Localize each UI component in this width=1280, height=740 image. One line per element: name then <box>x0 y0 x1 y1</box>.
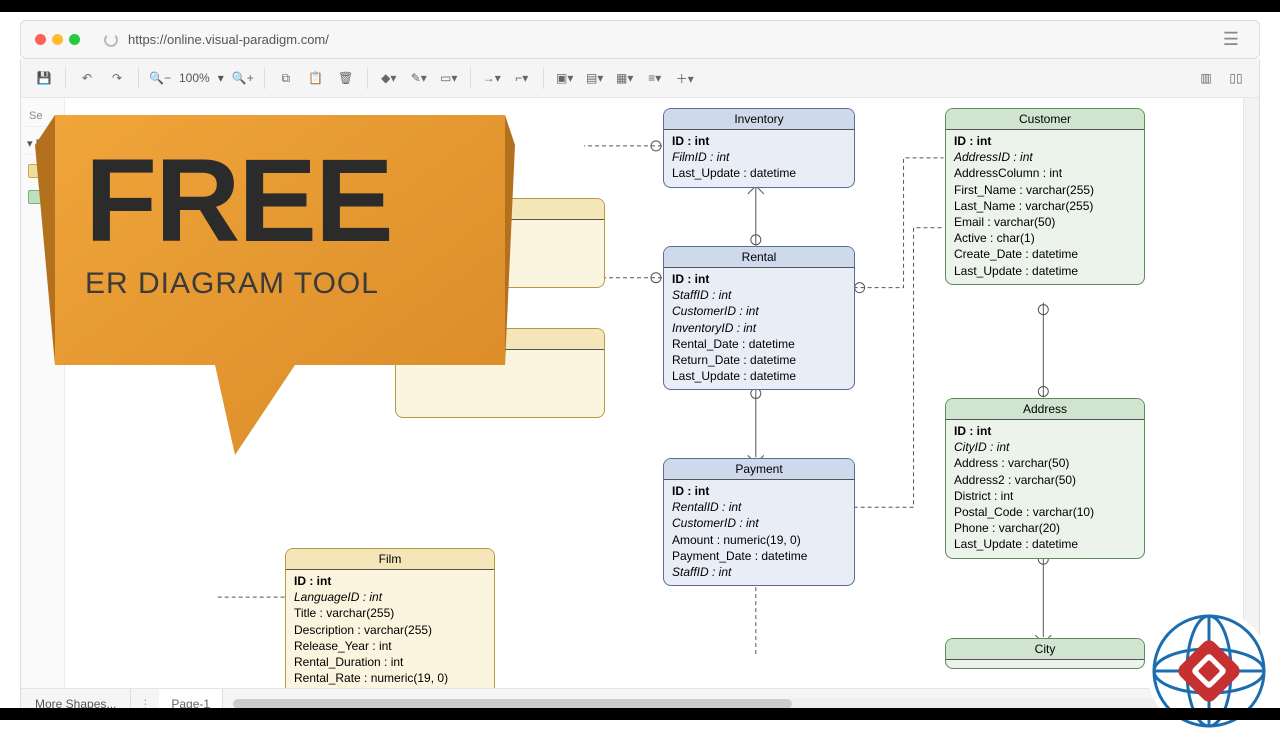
entity-column: Create_Date : datetime <box>954 246 1136 262</box>
entity-body: ID : intRentalID : intCustomerID : intAm… <box>664 480 854 585</box>
entity-customer[interactable]: Customer ID : intAddressID : intAddressC… <box>945 108 1145 285</box>
vertical-scrollbar[interactable] <box>1243 98 1259 688</box>
entity-title: City <box>946 639 1144 660</box>
maximize-dot[interactable] <box>69 34 80 45</box>
line-color-icon[interactable]: ✎▾ <box>406 65 432 91</box>
entity-payment[interactable]: Payment ID : intRentalID : intCustomerID… <box>663 458 855 586</box>
entity-column: RentalID : int <box>672 499 846 515</box>
distribute-icon[interactable]: ≡▾ <box>642 65 668 91</box>
menu-icon[interactable]: ☰ <box>1217 29 1245 50</box>
connector-style-icon[interactable]: →▾ <box>479 65 505 91</box>
entity-column: Address : varchar(50) <box>954 455 1136 471</box>
entity-column: Last_Update : datetime <box>672 368 846 384</box>
entity-column: Rental_Date : datetime <box>672 336 846 352</box>
entity-column: District : int <box>954 488 1136 504</box>
entity-address[interactable]: Address ID : intCityID : intAddress : va… <box>945 398 1145 559</box>
entity-column: ID : int <box>672 133 846 149</box>
entity-column: ID : int <box>672 483 846 499</box>
entity-column: Email : varchar(50) <box>954 214 1136 230</box>
entity-column: Last_Update : datetime <box>672 165 846 181</box>
entity-column: Rental_Duration : int <box>294 654 486 670</box>
zoom-dropdown-icon[interactable]: ▾ <box>216 71 226 85</box>
undo-icon[interactable]: ↶ <box>74 65 100 91</box>
entity-body: ID : intStaffID : intCustomerID : intInv… <box>664 268 854 389</box>
entity-column: Active : char(1) <box>954 230 1136 246</box>
outline-panel-icon[interactable]: ▯▯ <box>1223 65 1249 91</box>
entity-title: Payment <box>664 459 854 480</box>
entity-column: FilmID : int <box>672 149 846 165</box>
to-back-icon[interactable]: ▤▾ <box>582 65 608 91</box>
delete-icon[interactable]: 🗑 <box>333 65 359 91</box>
entity-body: ID : intLanguageID : intTitle : varchar(… <box>286 570 494 688</box>
save-icon[interactable]: 💾 <box>31 65 57 91</box>
zoom-level[interactable]: 100% <box>177 71 212 85</box>
promo-subhead: ER DIAGRAM TOOL <box>85 267 392 301</box>
entity-column: Address2 : varchar(50) <box>954 472 1136 488</box>
entity-film[interactable]: Film ID : intLanguageID : intTitle : var… <box>285 548 495 688</box>
entity-city[interactable]: City <box>945 638 1145 669</box>
copy-icon[interactable]: ⧉ <box>273 65 299 91</box>
add-icon[interactable]: ＋▾ <box>672 65 698 91</box>
toolbar: 💾 ↶ ↷ 🔍− 100% ▾ 🔍+ ⧉ 📋 🗑 ◆▾ ✎▾ ▭▾ →▾ ⌐▾ … <box>21 59 1259 98</box>
entity-column: CustomerID : int <box>672 515 846 531</box>
entity-column: Amount : numeric(19, 0) <box>672 532 846 548</box>
entity-column: Title : varchar(255) <box>294 605 486 621</box>
paste-icon[interactable]: 📋 <box>303 65 329 91</box>
entity-body: ID : intFilmID : intLast_Update : dateti… <box>664 130 854 187</box>
to-front-icon[interactable]: ▣▾ <box>552 65 578 91</box>
entity-column: ID : int <box>294 573 486 589</box>
promo-headline: FREE <box>85 145 392 257</box>
entity-column: Rental_Rate : numeric(19, 0) <box>294 670 486 686</box>
window-controls <box>35 34 80 45</box>
entity-title: Rental <box>664 247 854 268</box>
entity-body: ID : intAddressID : intAddressColumn : i… <box>946 130 1144 284</box>
entity-title: Film <box>286 549 494 570</box>
entity-column: ID : int <box>672 271 846 287</box>
loading-spinner-icon <box>104 33 118 47</box>
entity-column: ID : int <box>954 133 1136 149</box>
entity-body <box>946 660 1144 668</box>
entity-body: ID : intCityID : intAddress : varchar(50… <box>946 420 1144 558</box>
entity-column: StaffID : int <box>672 564 846 580</box>
entity-column: AddressColumn : int <box>954 165 1136 181</box>
entity-column: Last_Update : datetime <box>954 536 1136 552</box>
entity-title: Address <box>946 399 1144 420</box>
entity-inventory[interactable]: Inventory ID : intFilmID : intLast_Updat… <box>663 108 855 188</box>
close-dot[interactable] <box>35 34 46 45</box>
entity-column: Phone : varchar(20) <box>954 520 1136 536</box>
entity-column: Description : varchar(255) <box>294 622 486 638</box>
entity-column: ID : int <box>954 423 1136 439</box>
entity-column: First_Name : varchar(255) <box>954 182 1136 198</box>
entity-column: AddressID : int <box>954 149 1136 165</box>
align-icon[interactable]: ▦▾ <box>612 65 638 91</box>
redo-icon[interactable]: ↷ <box>104 65 130 91</box>
format-panel-icon[interactable]: ▥ <box>1193 65 1219 91</box>
entity-column: Payment_Date : datetime <box>672 548 846 564</box>
entity-column: Return_Date : datetime <box>672 352 846 368</box>
entity-title: Customer <box>946 109 1144 130</box>
entity-column: Last_Name : varchar(255) <box>954 198 1136 214</box>
waypoint-icon[interactable]: ⌐▾ <box>509 65 535 91</box>
zoom-out-icon[interactable]: 🔍− <box>147 65 173 91</box>
entity-title: Inventory <box>664 109 854 130</box>
zoom-in-icon[interactable]: 🔍+ <box>230 65 256 91</box>
entity-column: Last_Update : datetime <box>954 263 1136 279</box>
entity-column: Length : int <box>294 686 486 688</box>
entity-column: LanguageID : int <box>294 589 486 605</box>
promo-banner: FREE ER DIAGRAM TOOL <box>35 105 515 485</box>
url-text[interactable]: https://online.visual-paradigm.com/ <box>128 32 329 47</box>
entity-column: InventoryID : int <box>672 320 846 336</box>
entity-column: CustomerID : int <box>672 303 846 319</box>
minimize-dot[interactable] <box>52 34 63 45</box>
browser-address-bar: https://online.visual-paradigm.com/ ☰ <box>20 20 1260 59</box>
entity-rental[interactable]: Rental ID : intStaffID : intCustomerID :… <box>663 246 855 390</box>
horizontal-scrollbar[interactable] <box>233 699 1249 709</box>
shadow-icon[interactable]: ▭▾ <box>436 65 462 91</box>
entity-column: Release_Year : int <box>294 638 486 654</box>
entity-column: CityID : int <box>954 439 1136 455</box>
entity-column: StaffID : int <box>672 287 846 303</box>
entity-column: Postal_Code : varchar(10) <box>954 504 1136 520</box>
fill-color-icon[interactable]: ◆▾ <box>376 65 402 91</box>
